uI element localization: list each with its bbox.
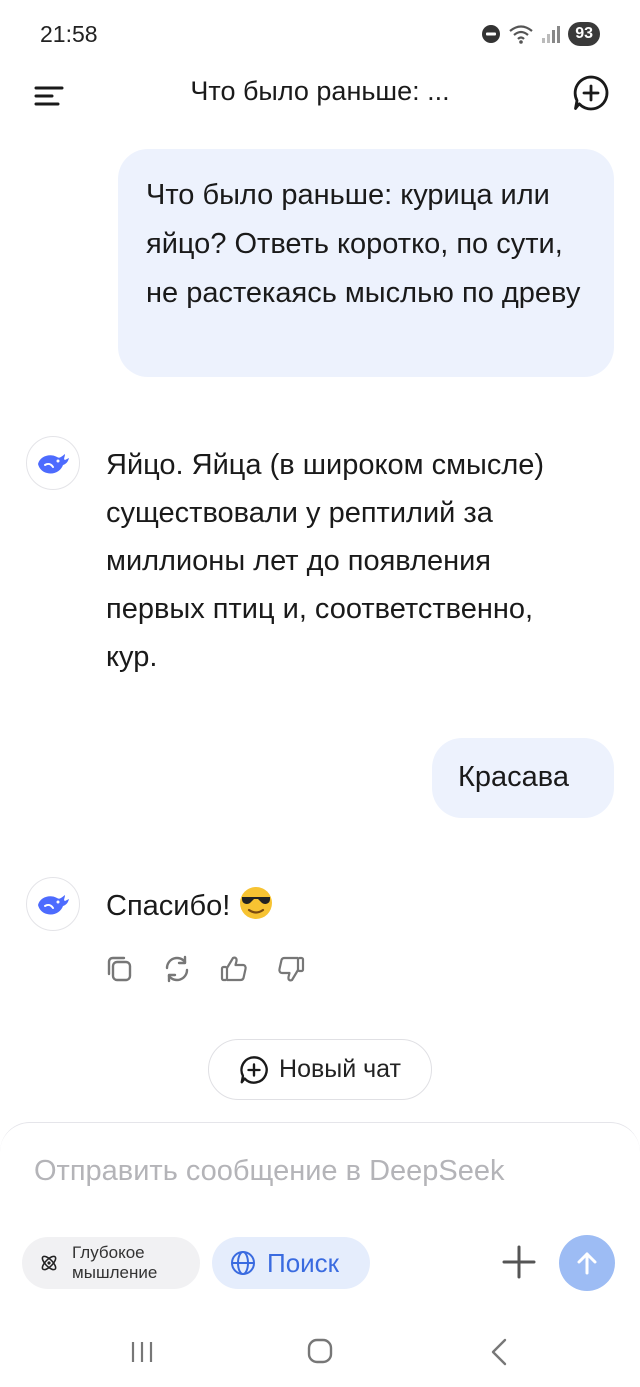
arrow-up-icon [577, 1252, 597, 1275]
globe-icon [231, 1251, 255, 1275]
chat-title: Что было раньше: ... [190, 76, 450, 106]
new-chat-icon [240, 1055, 268, 1084]
status-bar: 21:58 93 [0, 0, 640, 70]
deepseek-whale-icon [38, 895, 69, 915]
attach-button[interactable] [498, 1241, 540, 1283]
do-not-disturb-icon [482, 25, 501, 43]
copy-button[interactable] [104, 953, 136, 985]
assistant-avatar [26, 877, 80, 931]
signal-icon [542, 26, 561, 43]
home-button[interactable] [300, 1334, 340, 1370]
like-button[interactable] [218, 953, 250, 985]
new-chat-pill-button[interactable]: Новый чат [208, 1039, 432, 1100]
thumbs-up-icon [220, 956, 247, 982]
new-chat-icon [573, 75, 609, 111]
search-toggle[interactable]: Поиск [212, 1237, 370, 1289]
deep-thinking-toggle[interactable]: Глубокое мышление [22, 1237, 200, 1289]
regenerate-icon [165, 955, 189, 983]
status-time: 21:58 [40, 21, 98, 47]
copy-icon [107, 956, 132, 982]
sunglasses-emoji-icon [238, 885, 274, 936]
assistant-message: Спасибо! [106, 882, 546, 936]
thumbs-down-icon [278, 956, 305, 982]
assistant-message: Яйцо. Яйца (в широком смысле) существова… [106, 449, 545, 673]
send-button[interactable] [559, 1235, 615, 1291]
atom-icon [41, 1255, 57, 1271]
new-chat-button[interactable] [572, 74, 610, 112]
search-label: Поиск [267, 1247, 340, 1278]
deep-thinking-label: Глубокое мышление [72, 1243, 158, 1282]
status-icons: 93 [481, 22, 600, 46]
chat-header: Что было раньше: ... [0, 70, 640, 136]
deepseek-whale-icon [38, 454, 69, 474]
system-navigation-bar [0, 1322, 640, 1382]
menu-icon [34, 86, 64, 106]
new-chat-label: Новый чат [279, 1055, 401, 1083]
message-input[interactable] [34, 1155, 594, 1188]
regenerate-button[interactable] [161, 953, 193, 985]
recent-apps-button[interactable] [122, 1334, 162, 1370]
home-icon [307, 1338, 333, 1364]
user-message-text: Что было раньше: курица или яйцо? Ответь… [146, 179, 581, 309]
assistant-avatar [26, 436, 80, 490]
user-message[interactable]: Красава [432, 738, 614, 818]
assistant-message-text: Спасибо! [106, 890, 231, 922]
recent-apps-icon [131, 1342, 153, 1362]
back-icon [491, 1338, 507, 1366]
plus-icon [502, 1245, 536, 1279]
user-message[interactable]: Что было раньше: курица или яйцо? Ответь… [118, 149, 614, 377]
wifi-icon [509, 25, 533, 44]
menu-button[interactable] [30, 78, 66, 114]
user-message-text: Красава [458, 761, 569, 793]
back-button[interactable] [480, 1334, 520, 1370]
message-actions [104, 953, 307, 985]
dislike-button[interactable] [275, 953, 307, 985]
battery-indicator: 93 [568, 22, 600, 46]
